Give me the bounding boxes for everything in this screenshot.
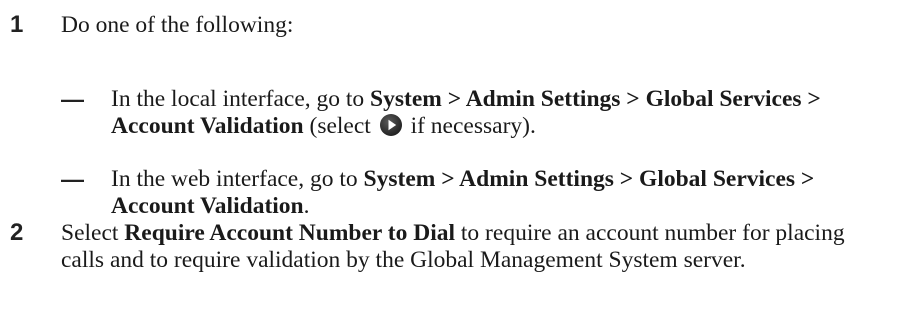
sub-item-prefix: In the local interface, go to	[111, 86, 371, 112]
sub-item-text: In the web interface, go to System > Adm…	[111, 166, 871, 220]
step-text-body: Do one of the following:	[61, 12, 294, 38]
sub-item-text: In the local interface, go to System > A…	[111, 86, 871, 140]
setting-name: Require Account Number to Dial	[124, 220, 456, 246]
step-text: Select Require Account Number to Dial to…	[61, 220, 861, 274]
sub-item-suffix: if necessary).	[404, 113, 536, 139]
play-icon	[379, 113, 403, 137]
sub-item-prefix: In the web interface, go to	[111, 166, 364, 192]
sub-item-suffix: .	[303, 193, 310, 219]
step-text: Do one of the following:	[61, 12, 861, 39]
step-number: 1	[10, 11, 24, 38]
step-number: 2	[10, 219, 24, 246]
sub-item-select-text: (select	[303, 113, 377, 139]
dash-marker: —	[61, 86, 84, 112]
step-text-prefix: Select	[61, 220, 125, 246]
dash-marker: —	[61, 166, 84, 192]
